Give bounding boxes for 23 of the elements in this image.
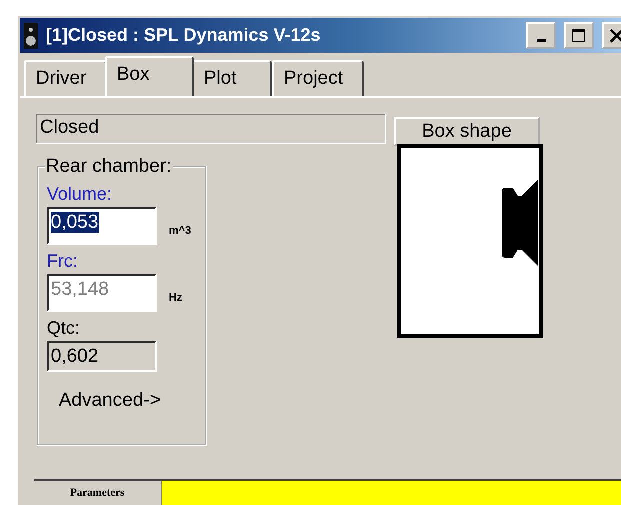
tab[interactable]: Box — [105, 56, 194, 96]
minimize-button[interactable] — [526, 22, 556, 49]
input-field[interactable]: 0,053 — [47, 207, 157, 245]
field-label: Qtc: — [47, 318, 82, 339]
advanced-button[interactable]: Advanced-> — [59, 390, 161, 412]
unit-label: Hz — [169, 292, 182, 304]
maximize-icon — [572, 28, 586, 42]
input-field[interactable]: 53,148 — [47, 274, 157, 312]
box-type-field: Closed — [36, 114, 386, 144]
input-field: 0,602 — [47, 341, 157, 372]
group-title: Rear chamber: — [45, 156, 173, 178]
box-shape-button[interactable]: Box shape — [394, 117, 540, 146]
tab[interactable]: Plot — [192, 60, 272, 96]
minimize-icon — [536, 38, 546, 42]
window-title: [1]Closed : SPL Dynamics V-12s — [46, 25, 322, 46]
field-label: Frc: — [47, 251, 79, 272]
field-label: Volume: — [47, 184, 114, 205]
close-icon — [610, 28, 621, 42]
unit-label: m^3 — [169, 225, 192, 237]
maximize-button[interactable] — [564, 22, 594, 49]
tab[interactable]: Project — [272, 60, 364, 96]
speaker-icon — [24, 22, 38, 48]
tab[interactable]: Driver — [24, 60, 107, 96]
